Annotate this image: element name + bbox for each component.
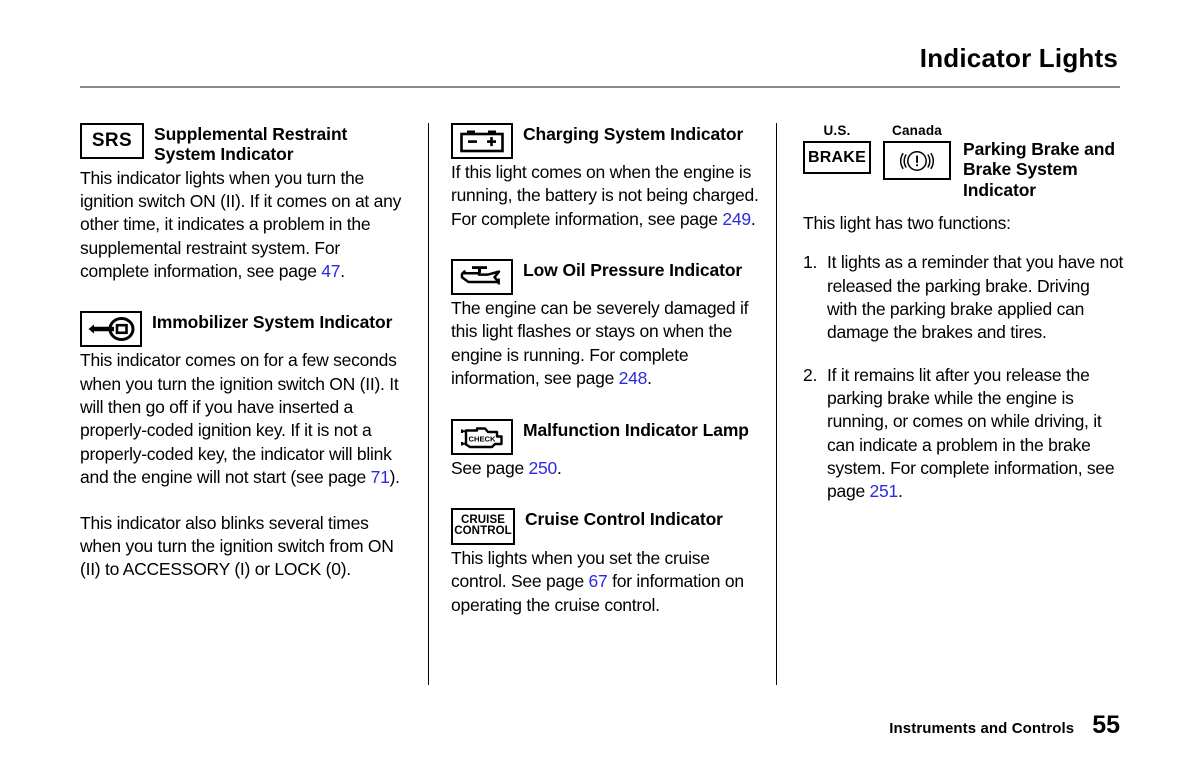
brake-intro-text: This light has two functions: bbox=[803, 212, 1011, 233]
check-engine-label: CHECK bbox=[468, 434, 496, 443]
entry-header: CHECK Malfunction Indicator Lamp bbox=[451, 418, 762, 455]
entry-cruise-control: CRUISE CONTROL Cruise Control Indicator … bbox=[451, 507, 762, 617]
oil-can-icon bbox=[451, 259, 513, 296]
page-reference: 67 bbox=[588, 571, 608, 592]
key-immobilizer-icon bbox=[80, 311, 142, 348]
srs-icon-label: SRS bbox=[91, 130, 133, 151]
footer-page-number: 55 bbox=[1092, 711, 1120, 739]
header-divider bbox=[80, 85, 1120, 88]
brake-function-list: 1. It lights as a reminder that you have… bbox=[803, 251, 1124, 504]
entry-header: SRS Supplemental Restraint System Indica… bbox=[80, 123, 410, 165]
entry-immobilizer: Immobilizer System Indicator This indica… bbox=[80, 311, 410, 581]
content-columns: SRS Supplemental Restraint System Indica… bbox=[80, 123, 1124, 685]
page-reference: 251 bbox=[869, 481, 899, 502]
entry-srs: SRS Supplemental Restraint System Indica… bbox=[80, 123, 410, 283]
page-reference: 248 bbox=[618, 368, 648, 389]
column-two: Charging System Indicator If this light … bbox=[428, 123, 776, 685]
manual-page: Indicator Lights SRS Supplemental Restra… bbox=[0, 0, 1200, 766]
entry-malfunction-indicator: CHECK Malfunction Indicator Lamp See pag… bbox=[451, 418, 762, 480]
cruise-icon-label-line2: CONTROL bbox=[454, 525, 512, 538]
entry-paragraph: If this light comes on when the engine i… bbox=[451, 162, 759, 229]
cruise-control-icon: CRUISE CONTROL bbox=[451, 507, 515, 545]
brake-icon-us: U.S. BRAKE bbox=[803, 123, 871, 174]
entry-title: Immobilizer System Indicator bbox=[152, 312, 393, 333]
entry-paragraph: This indicator comes on for a few second… bbox=[80, 350, 400, 488]
brake-icon-canada: Canada bbox=[883, 123, 951, 180]
column-one: SRS Supplemental Restraint System Indica… bbox=[80, 123, 428, 685]
entry-title: Supplemental Restraint System Indicator bbox=[154, 124, 348, 165]
brake-exclamation-icon bbox=[883, 141, 951, 180]
list-item: 1. It lights as a reminder that you have… bbox=[803, 251, 1124, 344]
page-reference: 47 bbox=[321, 261, 341, 282]
check-engine-icon: CHECK bbox=[451, 418, 513, 455]
entry-parking-brake: U.S. BRAKE Canada Parking Brake and Brak… bbox=[803, 123, 1124, 504]
battery-icon bbox=[451, 123, 513, 159]
srs-box-icon: SRS bbox=[80, 123, 144, 159]
entry-paragraph: This indicator lights when you turn the … bbox=[80, 167, 402, 282]
page-reference: 249 bbox=[722, 208, 751, 229]
entry-paragraph: See page 250. bbox=[451, 457, 562, 478]
entry-header: Charging System Indicator bbox=[451, 123, 762, 159]
page-header: Indicator Lights bbox=[80, 44, 1120, 88]
entry-paragraph: This lights when you set the cruise cont… bbox=[451, 547, 744, 615]
entry-header: Immobilizer System Indicator bbox=[80, 311, 410, 348]
entry-title: Malfunction Indicator Lamp bbox=[523, 419, 749, 440]
entry-low-oil-pressure: Low Oil Pressure Indicator The engine ca… bbox=[451, 259, 762, 390]
list-text: It lights as a reminder that you have no… bbox=[827, 252, 1124, 343]
entry-title: Charging System Indicator bbox=[523, 124, 744, 144]
brake-text-icon: BRAKE bbox=[803, 141, 871, 174]
entry-paragraph-secondary: This indicator also blinks several times… bbox=[80, 512, 394, 580]
entry-header: CRUISE CONTROL Cruise Control Indicator bbox=[451, 507, 762, 545]
list-marker: 2. bbox=[803, 364, 818, 385]
entry-title: Low Oil Pressure Indicator bbox=[523, 260, 743, 281]
entry-title: Parking Brake and Brake System Indicator bbox=[963, 139, 1115, 200]
list-marker: 1. bbox=[803, 252, 818, 273]
brake-icon-label: BRAKE bbox=[808, 148, 866, 166]
entry-title: Cruise Control Indicator bbox=[525, 508, 723, 529]
entry-paragraph: The engine can be severely damaged if th… bbox=[451, 298, 749, 389]
entry-charging-system: Charging System Indicator If this light … bbox=[451, 123, 762, 231]
footer-section-label: Instruments and Controls bbox=[889, 720, 1075, 737]
page-reference: 71 bbox=[370, 467, 390, 488]
page-title: Indicator Lights bbox=[919, 43, 1118, 73]
list-item: 2. If it remains lit after you release t… bbox=[803, 364, 1124, 504]
list-text: If it remains lit after you release the … bbox=[827, 364, 1115, 502]
brake-icon-group: U.S. BRAKE Canada Parking Brake and Brak… bbox=[803, 123, 1124, 200]
region-label-us: U.S. bbox=[823, 123, 851, 138]
page-reference: 250 bbox=[528, 457, 558, 478]
entry-header: Low Oil Pressure Indicator bbox=[451, 259, 762, 296]
region-label-canada: Canada bbox=[892, 123, 942, 138]
column-three: U.S. BRAKE Canada Parking Brake and Brak… bbox=[776, 123, 1124, 685]
page-footer: Instruments and Controls 55 bbox=[889, 711, 1120, 740]
